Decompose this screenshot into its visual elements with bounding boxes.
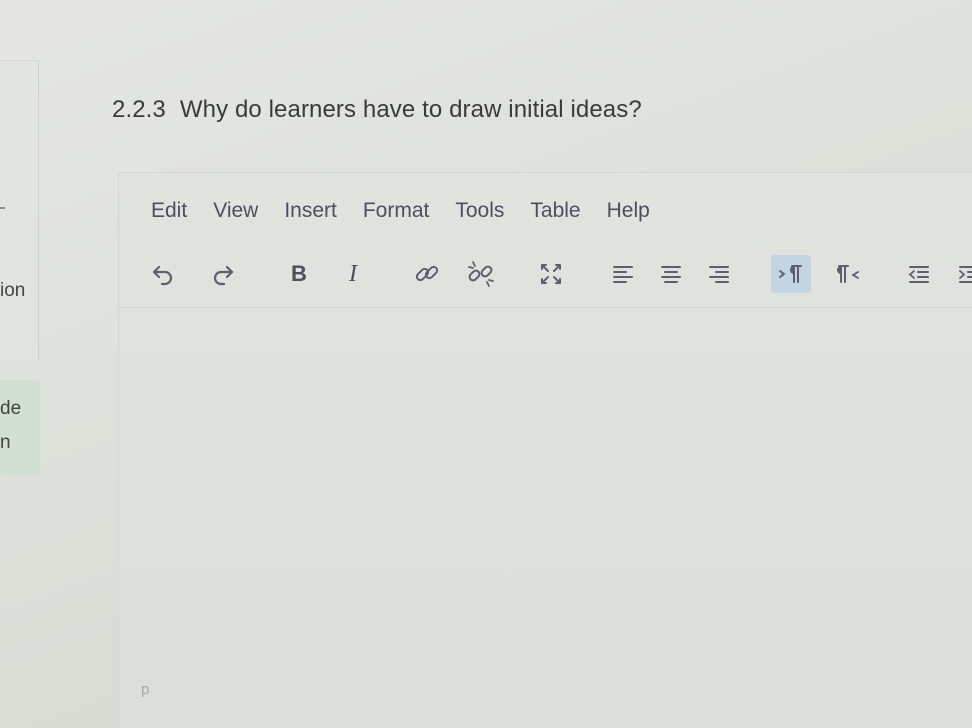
italic-icon: I	[349, 260, 357, 287]
fullscreen-icon	[541, 264, 561, 284]
undo-button[interactable]	[143, 255, 183, 293]
redo-icon	[213, 265, 234, 286]
ltr-icon	[779, 265, 802, 283]
bold-icon: B	[291, 261, 307, 286]
italic-button[interactable]: I	[333, 255, 373, 293]
menu-edit[interactable]: Edit	[151, 199, 187, 223]
unlink-button[interactable]	[461, 255, 501, 293]
align-left-icon	[613, 266, 633, 283]
editor-toolbar: B I	[143, 255, 972, 299]
redo-button[interactable]	[203, 255, 243, 293]
sidebar-item-label[interactable]: n	[0, 432, 11, 454]
element-path[interactable]: p	[141, 681, 149, 698]
align-center-button[interactable]	[651, 255, 691, 293]
sidebar-panel	[0, 60, 39, 361]
link-icon	[415, 265, 439, 282]
unlink-icon	[468, 261, 494, 287]
bold-button[interactable]: B	[279, 255, 319, 293]
sidebar-item-label[interactable]: ion	[0, 280, 25, 302]
menu-insert[interactable]: Insert	[284, 199, 337, 223]
align-left-button[interactable]	[603, 255, 643, 293]
align-center-icon	[661, 266, 681, 283]
indent-icon	[959, 266, 972, 283]
indent-button[interactable]	[949, 255, 972, 293]
menu-help[interactable]: Help	[607, 199, 650, 223]
question-number: 2.2.3	[112, 96, 166, 123]
editor-menubar: Edit View Insert Format Tools Table Help	[151, 199, 676, 223]
undo-icon	[152, 265, 173, 286]
sidebar-item-active[interactable]	[0, 380, 40, 475]
link-button[interactable]	[407, 255, 447, 293]
menu-format[interactable]: Format	[363, 199, 430, 223]
menu-view[interactable]: View	[213, 199, 258, 223]
sidebar-item-label[interactable]: de	[0, 398, 21, 420]
ltr-button[interactable]	[771, 255, 811, 293]
outdent-button[interactable]	[899, 255, 939, 293]
sidebar-dash-icon	[0, 207, 5, 209]
question-title: 2.2.3 Why do learners have to draw initia…	[112, 96, 642, 124]
outdent-icon	[908, 266, 929, 283]
fullscreen-button[interactable]	[531, 255, 571, 293]
rtl-button[interactable]	[829, 255, 869, 293]
align-right-button[interactable]	[699, 255, 739, 293]
menu-tools[interactable]: Tools	[455, 199, 504, 223]
editor-content-area[interactable]	[119, 308, 972, 728]
rich-text-editor: Edit View Insert Format Tools Table Help…	[118, 172, 972, 728]
sidebar: ion de n	[0, 60, 42, 480]
rtl-icon	[837, 265, 859, 283]
menu-table[interactable]: Table	[530, 199, 580, 223]
align-right-icon	[709, 266, 729, 283]
question-text: Why do learners have to draw initial ide…	[179, 96, 642, 123]
